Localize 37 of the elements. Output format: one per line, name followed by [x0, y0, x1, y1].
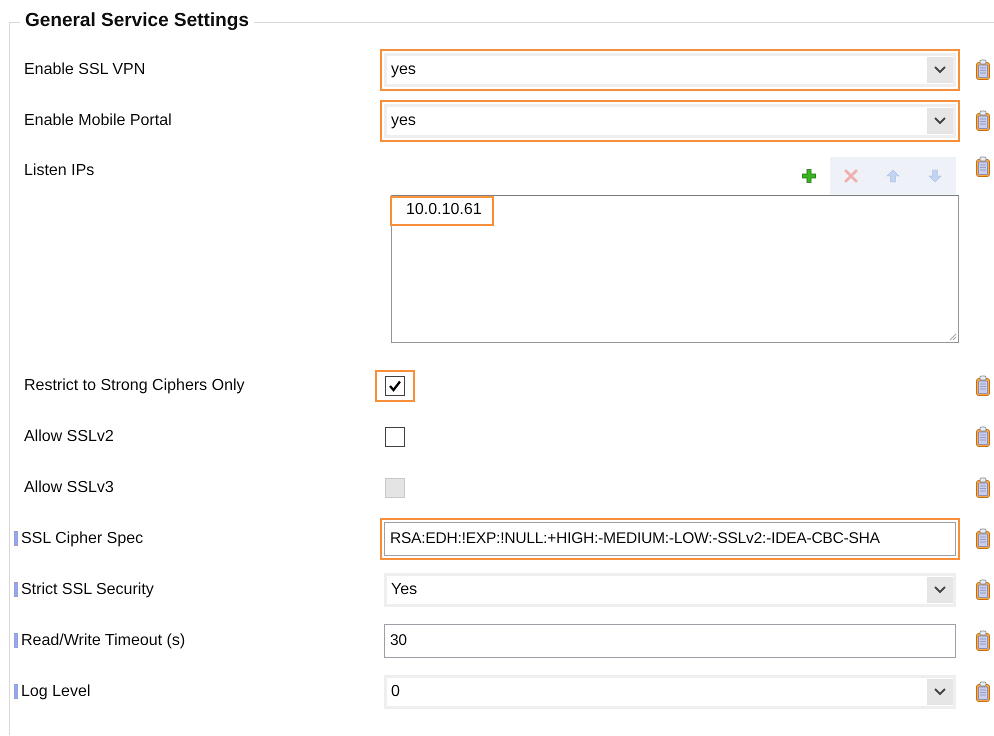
clipboard-icon[interactable]: [975, 630, 991, 652]
group-title: General Service Settings: [20, 10, 254, 32]
clipboard-icon[interactable]: [975, 374, 991, 396]
text-field[interactable]: RSA:EDH:!EXP:!NULL:+HIGH:-MEDIUM:-LOW:-SSLv2:-IDEA-CBC-SHA: [384, 522, 956, 556]
clipboard-icon[interactable]: [975, 680, 991, 702]
chevron-down-icon[interactable]: [927, 56, 953, 82]
clipboard-icon[interactable]: [975, 156, 991, 178]
chevron-down-icon[interactable]: [927, 108, 953, 134]
checkmark-icon: [388, 378, 402, 392]
field-label: Log Level: [20, 682, 90, 700]
field-label: Read/Write Timeout (s): [20, 632, 186, 650]
field-label: Enable SSL VPN: [23, 60, 146, 78]
clipboard-icon[interactable]: [975, 528, 991, 550]
dropdown[interactable]: yes: [384, 52, 956, 86]
checkbox[interactable]: [385, 426, 405, 446]
list-item[interactable]: 10.0.10.61: [390, 196, 494, 226]
clipboard-icon[interactable]: [975, 578, 991, 600]
checkbox[interactable]: [385, 376, 405, 396]
resize-grip-icon[interactable]: [949, 333, 957, 341]
list-box[interactable]: 10.0.10.61: [391, 195, 959, 343]
field-label: SSL Cipher Spec: [20, 530, 144, 548]
clipboard-icon[interactable]: [975, 110, 991, 132]
dropdown[interactable]: yes: [384, 104, 956, 138]
field-label: Enable Mobile Portal: [23, 112, 172, 130]
field-label: Allow SSLv2: [23, 428, 114, 446]
field-label: Strict SSL Security: [20, 580, 154, 598]
add-icon[interactable]: [801, 168, 817, 184]
dropdown[interactable]: 0: [384, 674, 956, 708]
text-field[interactable]: 30: [384, 624, 956, 658]
clipboard-icon[interactable]: [975, 58, 991, 80]
chevron-down-icon[interactable]: [927, 576, 953, 602]
field-label: Listen IPs: [23, 162, 94, 180]
clipboard-icon[interactable]: [975, 426, 991, 448]
chevron-down-icon[interactable]: [927, 678, 953, 704]
dropdown[interactable]: Yes: [384, 572, 956, 606]
field-label: Allow SSLv3: [23, 478, 114, 496]
field-label: Restrict to Strong Ciphers Only: [23, 376, 245, 394]
